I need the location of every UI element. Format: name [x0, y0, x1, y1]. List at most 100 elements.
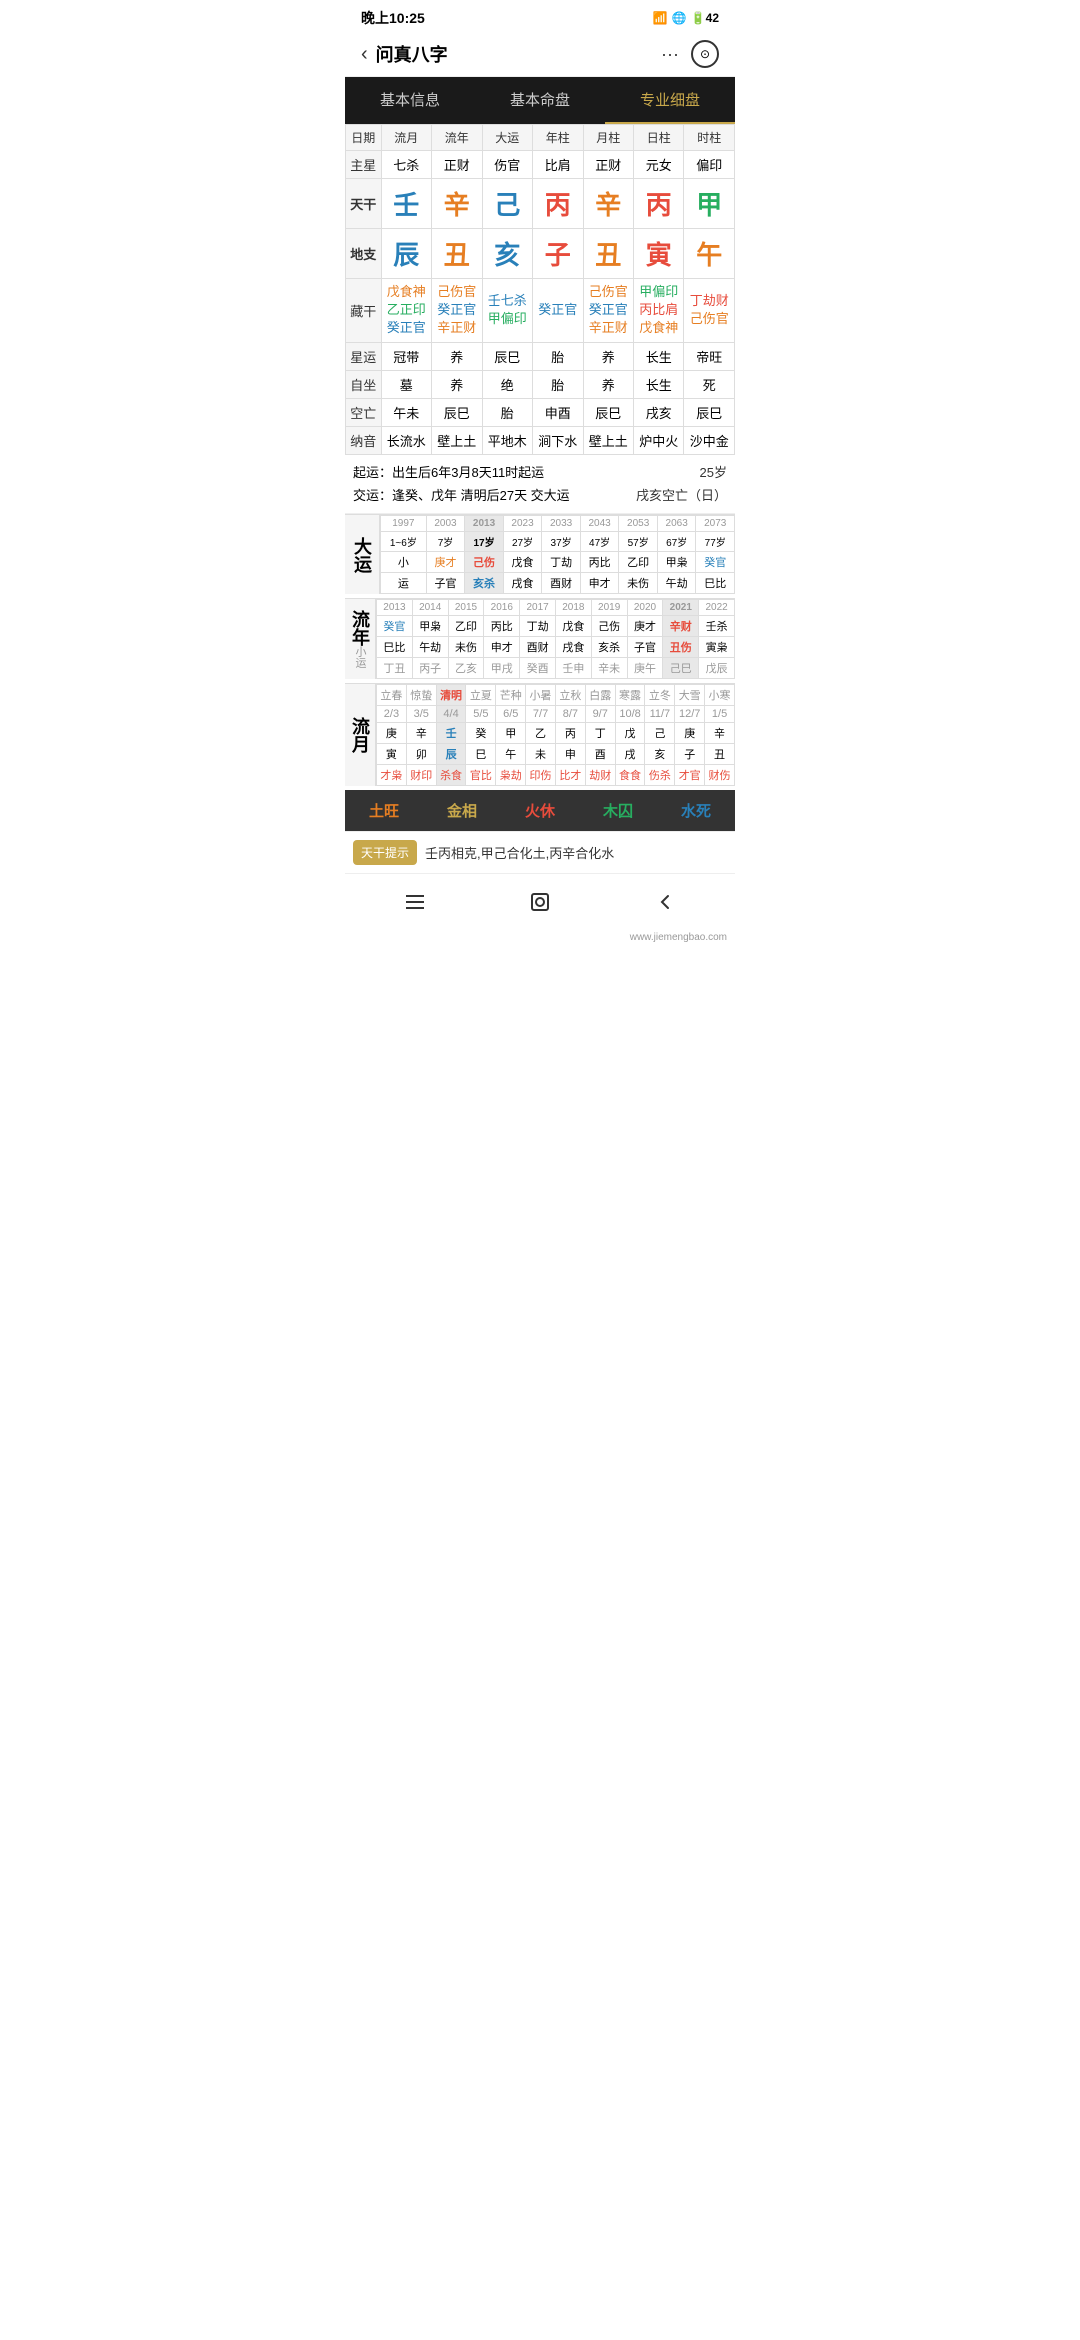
home-icon — [528, 890, 552, 914]
zanggan-0: 戊食神乙正印癸正官 — [381, 279, 431, 343]
wuxing-tu: 土旺 — [345, 790, 423, 831]
wuxing-huo: 火休 — [501, 790, 579, 831]
battery-icon: 🔋42 — [691, 11, 719, 25]
tiangan-2: 己 — [482, 179, 532, 229]
tab-pro-chart[interactable]: 专业细盘 — [605, 77, 735, 124]
status-icons: 📶 🌐 🔋42 — [653, 11, 719, 25]
zanggan-2: 壬七杀甲偏印 — [482, 279, 532, 343]
table-header-row: 日期 流月 流年 大运 年柱 月柱 日柱 时柱 — [346, 125, 735, 151]
signal-icon: 📶 — [653, 11, 668, 25]
xingyun-row: 星运 冠带 养 辰巳 胎 养 长生 帝旺 — [346, 342, 735, 370]
xingyun-label: 星运 — [346, 342, 382, 370]
zizuo-label: 自坐 — [346, 370, 382, 398]
nayin-4: 壁上土 — [583, 426, 633, 454]
zanggan-row: 藏干 戊食神乙正印癸正官 己伤官癸正官辛正财 壬七杀甲偏印 癸正官 己伤官癸正官… — [346, 279, 735, 343]
zhuxing-3: 比肩 — [533, 151, 583, 179]
nav-back-button[interactable] — [645, 882, 685, 922]
liuyue-label: 流月 — [345, 684, 376, 786]
more-button[interactable]: ··· — [661, 44, 679, 65]
col-header-yuezhu: 月柱 — [583, 125, 633, 151]
wuxing-bar: 土旺 金相 火休 木囚 水死 — [345, 790, 735, 831]
dizhi-4: 丑 — [583, 229, 633, 279]
camera-button[interactable]: ⊙ — [691, 40, 719, 68]
zanggan-4: 己伤官癸正官辛正财 — [583, 279, 633, 343]
zizuo-row: 自坐 墓 养 绝 胎 养 长生 死 — [346, 370, 735, 398]
xingyun-6: 帝旺 — [684, 342, 735, 370]
qiyun-text: 起运：出生后6年3月8天11时起运 — [353, 461, 544, 484]
col-header-nianzhu: 年柱 — [533, 125, 583, 151]
xingyun-4: 养 — [583, 342, 633, 370]
zhuxing-5: 元女 — [633, 151, 683, 179]
dizhi-5: 寅 — [633, 229, 683, 279]
liuyear-section: 流年 小运 2013 2014 2015 2016 2017 2018 2019… — [345, 598, 735, 679]
dizhi-1: 丑 — [432, 229, 482, 279]
xingyun-2: 辰巳 — [482, 342, 532, 370]
tiangan-0: 壬 — [381, 179, 431, 229]
nav-menu-button[interactable] — [395, 882, 435, 922]
liuyue-festival-row: 立春 惊蛰 清明 立夏 芒种 小暑 立秋 白露 寒露 立冬 大雪 小寒 — [377, 685, 735, 706]
back-button[interactable]: ‹ — [361, 43, 368, 66]
nav-home-button[interactable] — [520, 882, 560, 922]
xingyun-0: 冠带 — [381, 342, 431, 370]
kongwang-row: 空亡 午未 辰巳 胎 申酉 辰巳 戌亥 辰巳 — [346, 398, 735, 426]
tiangan-6: 甲 — [684, 179, 735, 229]
tiangan-hint: 天干提示 壬丙相克,甲己合化土,丙辛合化水 — [345, 831, 735, 873]
wuxing-mu: 木囚 — [579, 790, 657, 831]
tiangan-3: 丙 — [533, 179, 583, 229]
col-header-dayun: 大运 — [482, 125, 532, 151]
zhuxing-2: 伤官 — [482, 151, 532, 179]
time: 晚上10:25 — [361, 8, 425, 28]
tiangan-label: 天干 — [346, 179, 382, 229]
kongwang-0: 午未 — [381, 398, 431, 426]
zhuxing-label: 主星 — [346, 151, 382, 179]
col-header-rizhu: 日柱 — [633, 125, 683, 151]
col-header-liuyue: 流月 — [381, 125, 431, 151]
info-bar: 起运：出生后6年3月8天11时起运 25岁 交运：逢癸、戊年 清明后27天 交大… — [345, 455, 735, 515]
wuxing-shui: 水死 — [657, 790, 735, 831]
dizhi-label: 地支 — [346, 229, 382, 279]
zhuxing-row: 主星 七杀 正财 伤官 比肩 正财 元女 偏印 — [346, 151, 735, 179]
tab-basic-chart[interactable]: 基本命盘 — [475, 77, 605, 124]
zizuo-6: 死 — [684, 370, 735, 398]
nayin-1: 壁上土 — [432, 426, 482, 454]
wifi-icon: 🌐 — [672, 11, 687, 25]
dizhi-3: 子 — [533, 229, 583, 279]
tab-basic-info[interactable]: 基本信息 — [345, 77, 475, 124]
liuyue-tg-row: 庚 辛 壬 癸 甲 乙 丙 丁 戊 己 庚 辛 — [377, 723, 735, 744]
nayin-2: 平地木 — [482, 426, 532, 454]
dizhi-2: 亥 — [482, 229, 532, 279]
liuyue-table: 立春 惊蛰 清明 立夏 芒种 小暑 立秋 白露 寒露 立冬 大雪 小寒 2/3 … — [376, 684, 735, 786]
xingyun-1: 养 — [432, 342, 482, 370]
nayin-0: 长流水 — [381, 426, 431, 454]
kongwang-label: 空亡 — [346, 398, 382, 426]
menu-icon — [403, 890, 427, 914]
tiangan-row: 天干 壬 辛 己 丙 辛 丙 甲 — [346, 179, 735, 229]
liuyear-table: 2013 2014 2015 2016 2017 2018 2019 2020 … — [376, 599, 735, 679]
wuxing-jin: 金相 — [423, 790, 501, 831]
tiangan-5: 丙 — [633, 179, 683, 229]
liuyue-date-row: 2/3 3/5 4/4 5/5 6/5 7/7 8/7 9/7 10/8 11/… — [377, 706, 735, 723]
kongwang-3: 申酉 — [533, 398, 583, 426]
zanggan-6: 丁劫财己伤官 — [684, 279, 735, 343]
liuyear-tg-row: 癸官 甲枭 乙印 丙比 丁劫 戊食 己伤 庚才 辛财 壬杀 — [377, 616, 735, 637]
zhuxing-6: 偏印 — [684, 151, 735, 179]
col-header-liuyear: 流年 — [432, 125, 482, 151]
hint-text: 壬丙相克,甲己合化土,丙辛合化水 — [425, 843, 614, 862]
tiangan-4: 辛 — [583, 179, 633, 229]
qiyun-age: 25岁 — [700, 461, 727, 484]
zizuo-1: 养 — [432, 370, 482, 398]
main-table: 日期 流月 流年 大运 年柱 月柱 日柱 时柱 主星 七杀 正财 伤官 比肩 正… — [345, 124, 735, 455]
liuyue-dz-row: 寅 卯 辰 巳 午 未 申 酉 戌 亥 子 丑 — [377, 744, 735, 765]
page-title: 问真八字 — [376, 41, 661, 67]
dayun-year-row: 1997 2003 2013 2023 2033 2043 2053 2063 … — [381, 516, 735, 532]
xingyun-5: 长生 — [633, 342, 683, 370]
zizuo-3: 胎 — [533, 370, 583, 398]
back-icon — [653, 890, 677, 914]
nayin-6: 沙中金 — [684, 426, 735, 454]
watermark: www.jiemengbao.com — [345, 930, 735, 945]
kongwang-1: 辰巳 — [432, 398, 482, 426]
hint-label: 天干提示 — [353, 840, 417, 865]
nayin-3: 涧下水 — [533, 426, 583, 454]
kongwang-2: 胎 — [482, 398, 532, 426]
kongwang-6: 辰巳 — [684, 398, 735, 426]
